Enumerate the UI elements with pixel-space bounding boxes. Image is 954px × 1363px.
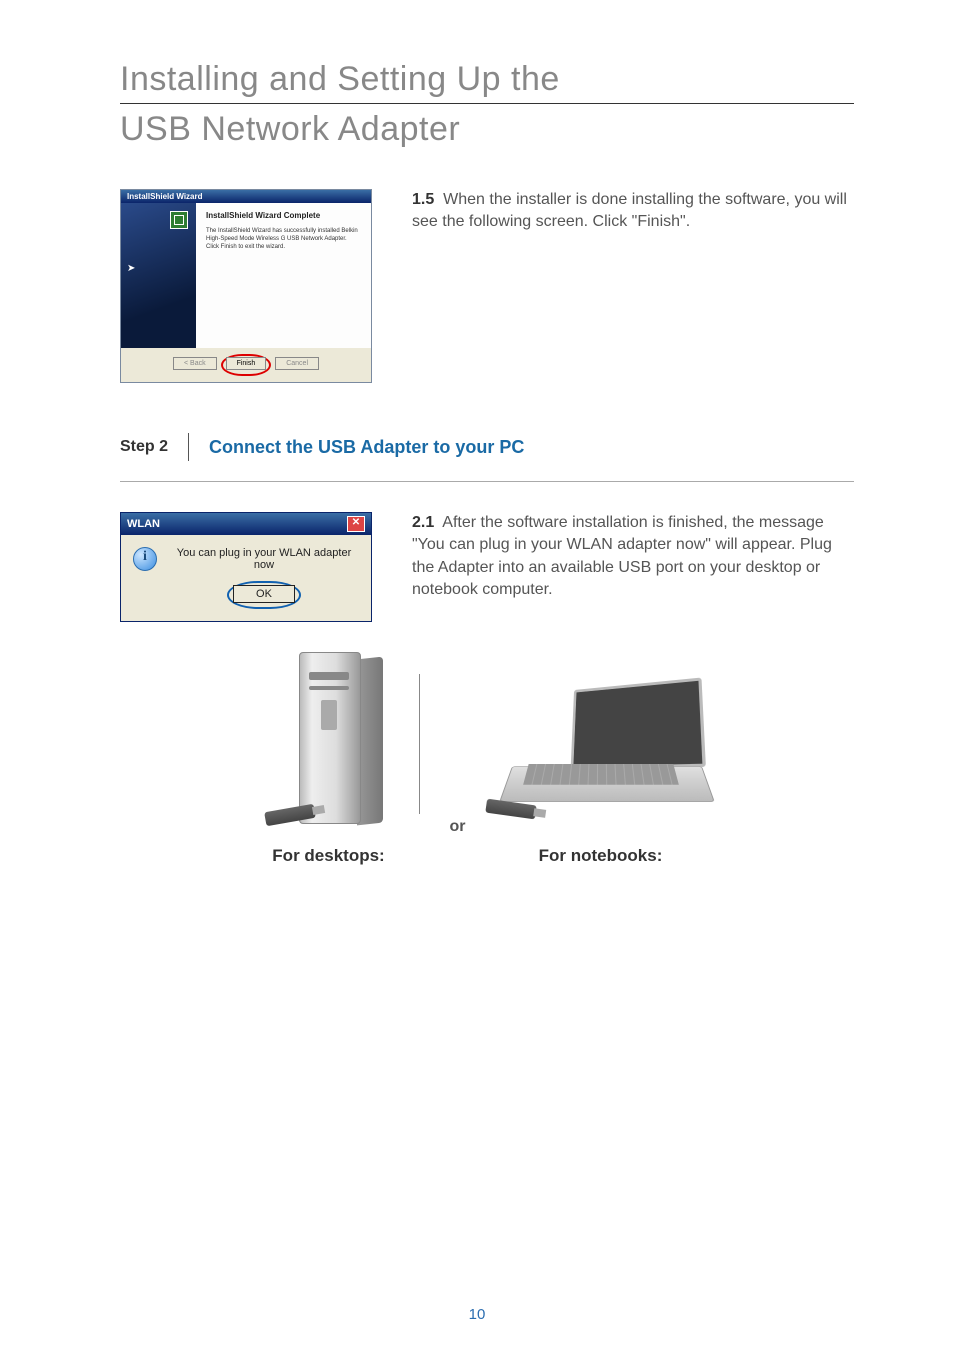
page-number: 10 — [0, 1306, 954, 1323]
cancel-button[interactable]: Cancel — [275, 357, 319, 370]
illustration-row: For desktops: or For notebooks: — [120, 652, 854, 866]
step-2-title: Connect the USB Adapter to your PC — [209, 437, 524, 458]
title-line-2: USB Network Adapter — [120, 110, 854, 149]
step-2-label: Step 2 — [120, 438, 188, 456]
finish-button[interactable]: Finish — [226, 357, 267, 370]
or-label: or — [450, 818, 466, 866]
page-title-block: Installing and Setting Up the USB Networ… — [120, 60, 854, 149]
desktop-illustration: For desktops: — [269, 652, 389, 866]
wlan-dialog-screenshot: WLAN ✕ You can plug in your WLAN adapter… — [120, 512, 372, 622]
back-button[interactable]: < Back — [173, 357, 217, 370]
step-1-5-text: 1.5 When the installer is done installin… — [412, 189, 854, 234]
desktop-tower-icon — [269, 652, 389, 832]
step-2-1-number: 2.1 — [412, 514, 434, 531]
highlight-circle-finish: Finish — [221, 354, 272, 376]
installshield-screenshot: InstallShield Wizard ➤ InstallShield Wiz… — [120, 189, 372, 383]
step-2-header: Step 2 Connect the USB Adapter to your P… — [120, 433, 854, 461]
installshield-content: InstallShield Wizard Complete The Instal… — [196, 203, 371, 348]
illustration-divider — [419, 674, 420, 814]
step-2-rule — [120, 481, 854, 482]
wlan-message-wrap: You can plug in your WLAN adapter now OK — [169, 547, 359, 609]
installshield-sidebar: ➤ — [121, 203, 196, 348]
section-1-5: InstallShield Wizard ➤ InstallShield Wiz… — [120, 189, 854, 383]
installshield-body: ➤ InstallShield Wizard Complete The Inst… — [121, 203, 371, 348]
desktops-caption: For desktops: — [269, 846, 389, 866]
ok-button[interactable]: OK — [233, 585, 295, 603]
section-2-1: WLAN ✕ You can plug in your WLAN adapter… — [120, 512, 854, 622]
notebooks-caption: For notebooks: — [496, 846, 706, 866]
info-icon — [133, 547, 157, 571]
wlan-ok-wrap: OK — [169, 581, 359, 609]
box-icon — [170, 211, 188, 229]
step-1-5-number: 1.5 — [412, 191, 434, 208]
installshield-text: The InstallShield Wizard has successfull… — [206, 228, 361, 251]
notebook-illustration: For notebooks: — [496, 682, 706, 866]
page: Installing and Setting Up the USB Networ… — [0, 0, 954, 1363]
laptop-icon — [496, 682, 706, 832]
step-2-1-text: 2.1 After the software installation is f… — [412, 512, 854, 602]
highlight-circle-ok: OK — [227, 581, 301, 609]
wlan-titlebar: WLAN ✕ — [121, 513, 371, 535]
title-rule — [120, 103, 854, 104]
wlan-message: You can plug in your WLAN adapter now — [169, 547, 359, 571]
step-1-5-body: When the installer is done installing th… — [412, 191, 847, 230]
cursor-icon: ➤ — [127, 263, 135, 274]
installshield-footer: < Back Finish Cancel — [121, 348, 371, 382]
step-2-1-body: After the software installation is finis… — [412, 514, 832, 598]
close-icon[interactable]: ✕ — [347, 516, 365, 532]
title-line-1: Installing and Setting Up the — [120, 60, 854, 99]
wlan-body: You can plug in your WLAN adapter now OK — [121, 535, 371, 621]
step-2-divider — [188, 433, 189, 461]
installshield-heading: InstallShield Wizard Complete — [206, 211, 361, 220]
wlan-title-text: WLAN — [127, 518, 160, 530]
installshield-titlebar: InstallShield Wizard — [121, 190, 371, 203]
